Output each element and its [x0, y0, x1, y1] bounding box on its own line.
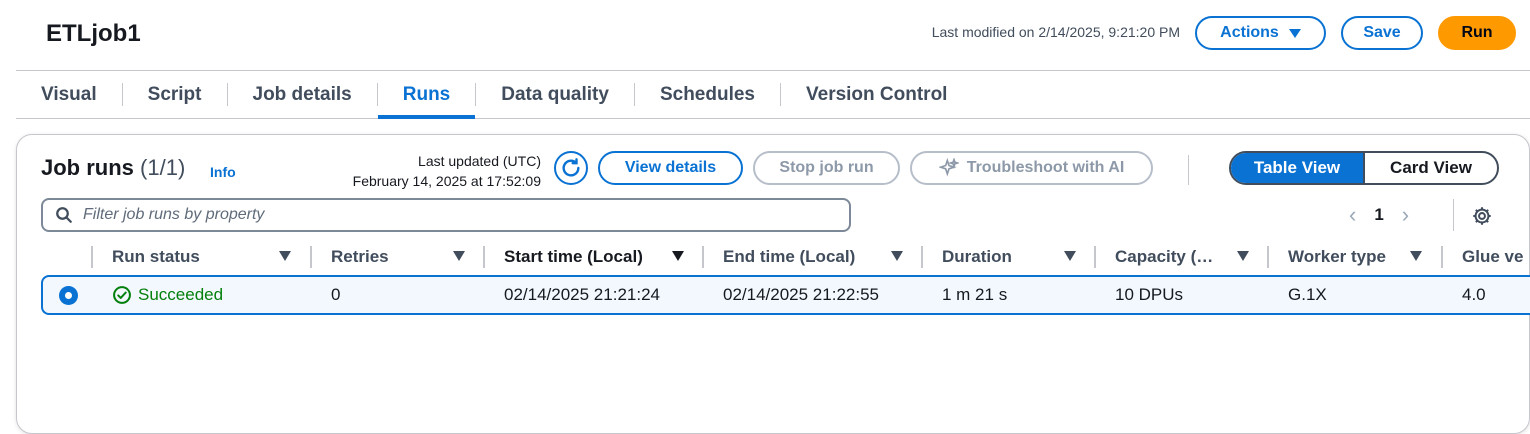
sort-icon[interactable] — [1237, 251, 1249, 261]
stop-job-run-button[interactable]: Stop job run — [753, 151, 900, 185]
run-button[interactable]: Run — [1438, 16, 1516, 50]
last-updated-label: Last updated (UTC) — [418, 153, 541, 169]
sort-icon[interactable] — [1064, 251, 1076, 261]
info-link[interactable]: Info — [210, 164, 236, 180]
column-divider — [921, 246, 923, 268]
current-page[interactable]: 1 — [1374, 205, 1383, 225]
toolbar-divider — [1188, 155, 1189, 185]
row-select-radio[interactable] — [59, 286, 78, 305]
tab-job-details[interactable]: Job details — [228, 71, 377, 118]
troubleshoot-label: Troubleshoot with AI — [966, 159, 1125, 176]
column-divider — [310, 246, 312, 268]
run-status-cell: Succeeded — [112, 277, 223, 313]
prev-page-icon[interactable]: ‹ — [1349, 202, 1356, 228]
table-row[interactable]: Succeeded 0 02/14/2025 21:21:24 02/14/20… — [41, 275, 1530, 315]
column-worker-type[interactable]: Worker type — [1288, 241, 1386, 273]
caret-down-icon — [1288, 28, 1301, 38]
column-run-status[interactable]: Run status — [112, 241, 200, 273]
column-divider — [483, 246, 485, 268]
sort-descending-icon[interactable] — [672, 251, 684, 261]
job-tabs: Visual Script Job details Runs Data qual… — [16, 71, 1530, 119]
pager-divider — [1453, 199, 1454, 231]
success-check-icon — [113, 286, 131, 304]
duration-cell: 1 m 21 s — [942, 285, 1008, 304]
pagination: ‹ 1 › — [1349, 201, 1409, 229]
column-retries[interactable]: Retries — [331, 241, 389, 273]
last-updated: Last updated (UTC) February 14, 2025 at … — [327, 151, 541, 191]
tab-data-quality[interactable]: Data quality — [476, 71, 634, 118]
actions-dropdown-button[interactable]: Actions — [1195, 16, 1326, 50]
refresh-icon — [562, 158, 580, 177]
search-icon — [56, 207, 72, 223]
column-duration[interactable]: Duration — [942, 241, 1012, 273]
run-status-text: Succeeded — [138, 285, 224, 304]
end-time-cell: 02/14/2025 21:22:55 — [723, 285, 879, 304]
sort-icon[interactable] — [279, 251, 291, 261]
panel-title: Job runs (1/1) — [41, 155, 185, 181]
column-divider — [1267, 246, 1269, 268]
sparkle-icon — [938, 158, 959, 177]
column-divider — [91, 246, 93, 268]
column-end-time[interactable]: End time (Local) — [723, 241, 855, 273]
sort-icon[interactable] — [891, 251, 903, 261]
filter-input[interactable] — [83, 206, 823, 224]
troubleshoot-ai-button[interactable]: Troubleshoot with AI — [910, 151, 1153, 185]
next-page-icon[interactable]: › — [1402, 202, 1409, 228]
runs-count: (1/1) — [140, 155, 186, 180]
card-view-toggle[interactable]: Card View — [1365, 153, 1497, 183]
job-header: ETLjob1 Last modified on 2/14/2025, 9:21… — [0, 0, 1530, 70]
column-start-time[interactable]: Start time (Local) — [504, 241, 643, 273]
sort-icon[interactable] — [1410, 251, 1422, 261]
column-divider — [1441, 246, 1443, 268]
worker-type-cell: G.1X — [1288, 285, 1327, 304]
tab-script[interactable]: Script — [123, 71, 227, 118]
refresh-button[interactable] — [554, 151, 588, 185]
view-details-button[interactable]: View details — [598, 151, 743, 185]
column-glue-version[interactable]: Glue ve — [1462, 241, 1523, 273]
retries-cell: 0 — [331, 285, 341, 304]
column-divider — [1094, 246, 1096, 268]
last-modified-text: Last modified on 2/14/2025, 9:21:20 PM — [931, 24, 1180, 40]
view-toggle: Table View Card View — [1229, 151, 1499, 185]
panel-title-text: Job runs — [41, 155, 134, 180]
sort-icon[interactable] — [453, 251, 465, 261]
tab-schedules[interactable]: Schedules — [635, 71, 780, 118]
tab-visual[interactable]: Visual — [16, 71, 122, 118]
column-capacity[interactable]: Capacity (… — [1115, 241, 1213, 273]
job-runs-panel: Job runs (1/1) Info Last updated (UTC) F… — [16, 134, 1530, 434]
tab-runs[interactable]: Runs — [377, 71, 476, 119]
table-header: Run status Retries Start time (Local) En… — [41, 241, 1530, 273]
gear-icon[interactable] — [1471, 205, 1493, 227]
filter-box — [41, 198, 851, 232]
glue-version-cell: 4.0 — [1462, 285, 1486, 304]
save-button[interactable]: Save — [1341, 16, 1423, 50]
job-title: ETLjob1 — [46, 20, 141, 47]
tab-version-control[interactable]: Version Control — [781, 71, 972, 118]
table-view-toggle[interactable]: Table View — [1231, 153, 1363, 183]
start-time-cell: 02/14/2025 21:21:24 — [504, 285, 660, 304]
last-updated-value: February 14, 2025 at 17:52:09 — [352, 173, 541, 189]
actions-label: Actions — [1220, 24, 1279, 41]
column-divider — [702, 246, 704, 268]
capacity-cell: 10 DPUs — [1115, 285, 1184, 304]
